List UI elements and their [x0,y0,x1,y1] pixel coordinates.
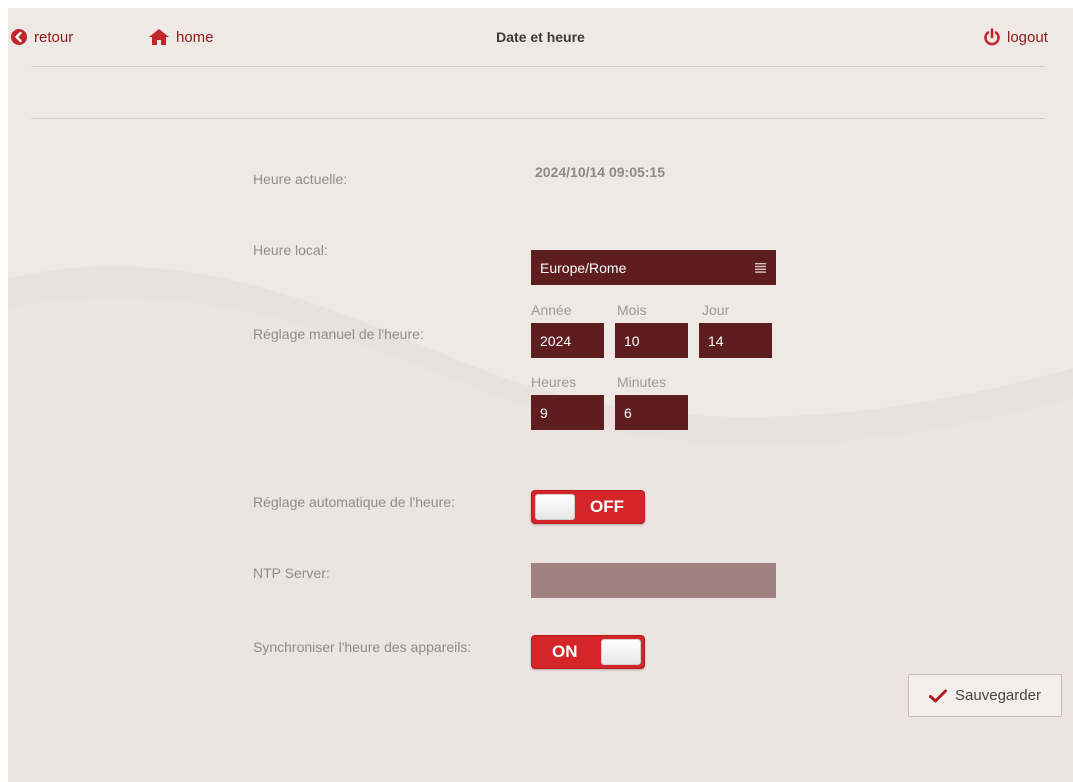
auto-time-label: Réglage automatique de l'heure: [253,494,455,510]
save-label: Sauvegarder [955,687,1041,704]
logout-label: logout [1007,28,1048,46]
year-value: 2024 [540,332,572,349]
checkmark-icon [929,689,948,702]
auto-time-toggle[interactable]: OFF [531,490,645,524]
current-time-value: 2024/10/14 09:05:15 [535,164,665,180]
hours-field[interactable]: 9 [531,395,604,430]
hours-value: 9 [540,404,548,421]
sync-devices-toggle[interactable]: ON [531,635,645,669]
minutes-value: 6 [624,404,632,421]
month-field[interactable]: 10 [615,323,688,358]
save-button[interactable]: Sauvegarder [908,674,1062,717]
header-divider [31,66,1045,67]
day-field[interactable]: 14 [699,323,772,358]
ntp-server-input[interactable] [531,563,776,598]
app-frame: retour home Date et heure logout Heure a… [8,8,1073,782]
minutes-label: Minutes [617,374,667,390]
hours-label: Heures [531,374,577,390]
logout-button[interactable]: logout [983,8,1048,66]
power-icon [984,28,1000,46]
subheader-divider [31,118,1045,119]
timezone-value: Europe/Rome [540,259,627,276]
day-value: 14 [708,332,724,349]
local-time-label: Heure local: [253,242,328,258]
auto-time-state: OFF [590,497,624,516]
list-icon [755,263,766,273]
day-label: Jour [702,302,730,318]
page-title: Date et heure [496,29,585,45]
year-label: Année [531,302,572,318]
timezone-select[interactable]: Europe/Rome [531,250,776,285]
ntp-server-label: NTP Server: [253,565,330,581]
minutes-field[interactable]: 6 [615,395,688,430]
toggle-knob [601,639,641,665]
current-time-label: Heure actuelle: [253,171,348,187]
year-field[interactable]: 2024 [531,323,604,358]
month-value: 10 [624,332,640,349]
month-label: Mois [617,302,647,318]
manual-time-label: Réglage manuel de l'heure: [253,326,424,342]
sync-devices-state: ON [552,642,578,661]
sync-devices-label: Synchroniser l'heure des appareils: [253,639,472,655]
toggle-knob [535,494,575,520]
